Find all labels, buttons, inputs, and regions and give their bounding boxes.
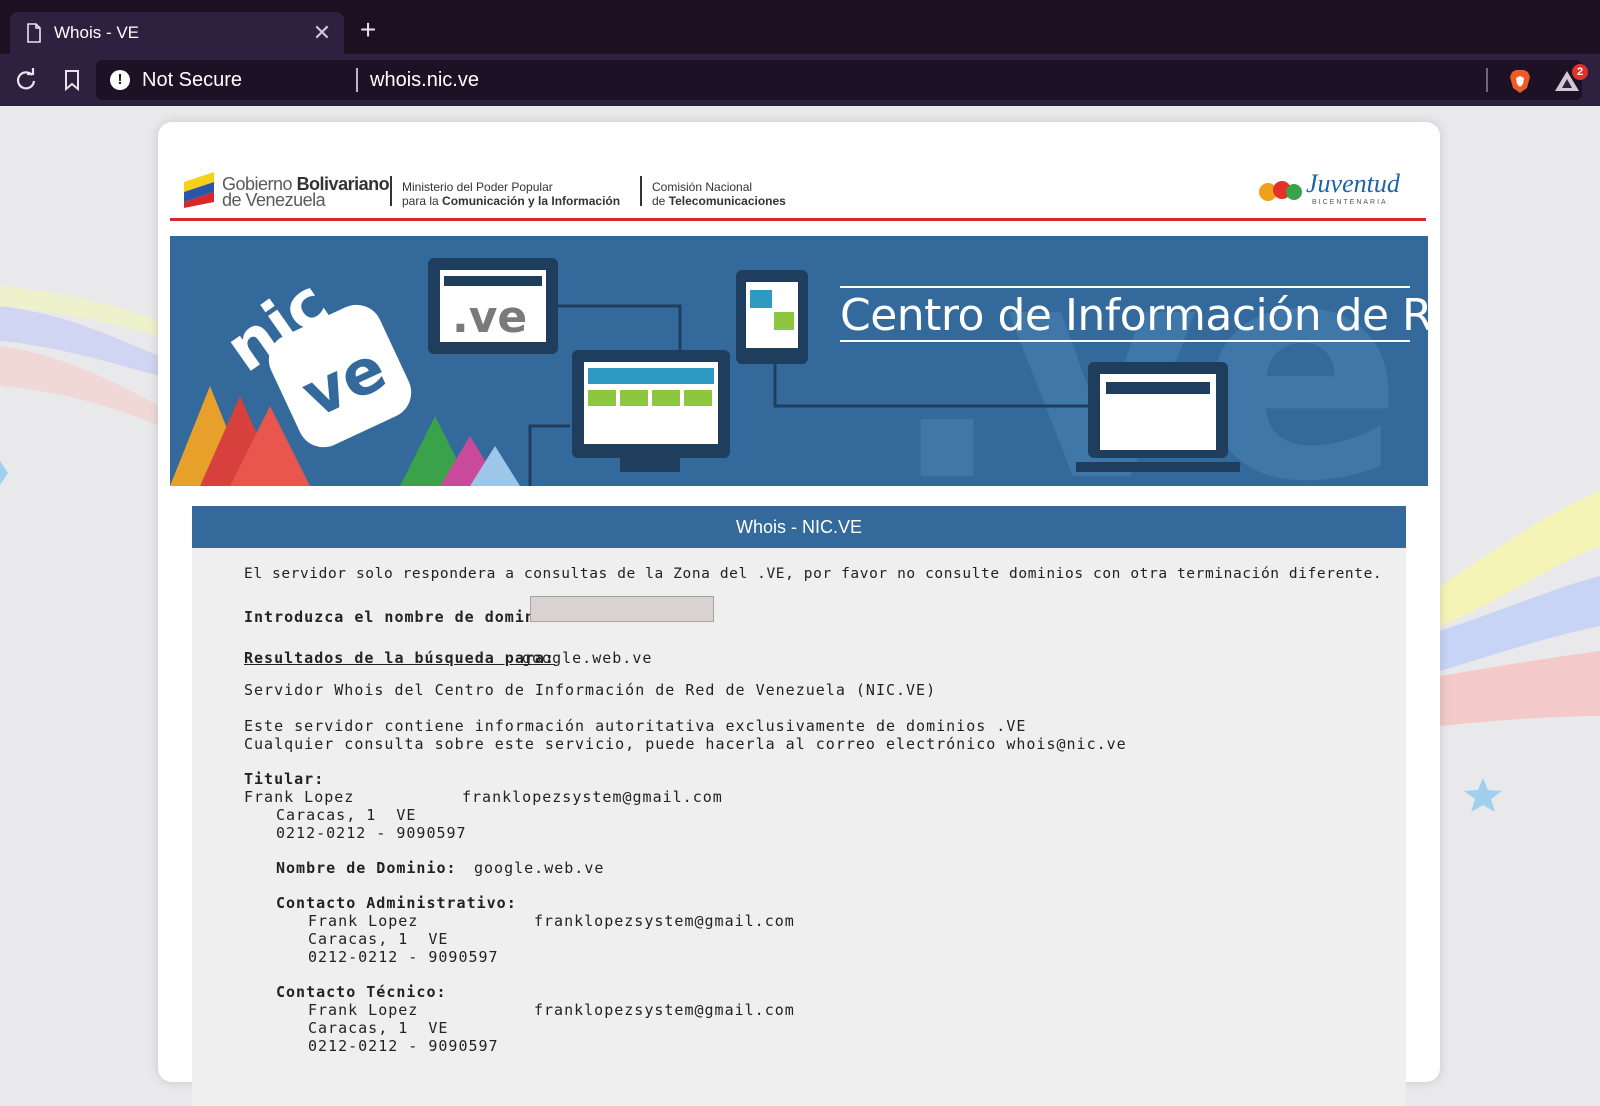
nic-banner: .ve nic ve .ve Centro de Información de … [170,236,1428,486]
reload-icon[interactable] [12,66,40,94]
government-header: Gobierno Bolivariano de Venezuela Minist… [170,158,1426,218]
banner-title: Centro de Información de Red [840,290,1428,341]
domain-name-value: google.web.ve [474,859,605,877]
page-icon [27,23,41,43]
tech-contact-name: Frank Lopez [308,1001,419,1019]
titular-city: Caracas, 1 VE [276,806,417,824]
venezuela-flag-icon [184,172,214,208]
juventud-logo-text: Juventud [1306,169,1401,198]
admin-contact-email: franklopezsystem@gmail.com [534,912,795,930]
close-icon[interactable]: ✕ [310,21,334,45]
notification-badge: 2 [1572,64,1588,80]
ministry-line1: Ministerio del Poder Popular [402,180,553,194]
conatel-line1: Comisión Nacional [652,180,753,194]
domain-input-label: Introduzca el nombre de dominio: [244,608,565,626]
browser-tab[interactable]: Whois - VE ✕ [10,12,344,54]
toolbar-separator [1486,68,1488,92]
info-line-1: Este servidor contiene información autor… [244,717,1027,735]
brave-rewards-icon[interactable]: 2 [1552,64,1588,94]
url-separator [356,68,358,92]
banner-title-rule-bottom [840,340,1410,342]
header-divider [640,176,642,206]
gov-name-line2: de Venezuela [222,190,326,210]
content-card: Gobierno Bolivariano de Venezuela Minist… [158,122,1440,1106]
server-line: Servidor Whois del Centro de Información… [244,681,937,699]
ministry-line2: para la Comunicación y la Información [402,194,620,208]
whois-panel: Whois - NIC.VE El servidor solo responde… [192,506,1406,1106]
titular-phone: 0212-0212 - 9090597 [276,824,467,842]
header-divider [390,176,392,206]
tab-title: Whois - VE [54,23,140,42]
tech-contact-label: Contacto Técnico: [276,983,447,1001]
url-text[interactable]: whois.nic.ve [370,69,479,92]
admin-contact-phone: 0212-0212 - 9090597 [308,948,499,966]
warning-icon[interactable]: ! [110,70,130,90]
ministry-line2-bold: Comunicación y la Información [442,194,621,208]
conatel-line2-light: de [652,194,669,208]
juventud-bicentenaria-logo: Juventud BICENTENARIA [1259,169,1401,206]
titular-email: franklopezsystem@gmail.com [462,788,723,806]
conatel-line2-bold: Telecomunicaciones [668,194,786,208]
info-line-2: Cualquier consulta sobre este servicio, … [244,735,1127,753]
tech-contact-city: Caracas, 1 VE [308,1019,449,1037]
results-domain: google.web.ve [522,649,653,667]
titular-name: Frank Lopez [244,788,355,806]
bookmark-icon[interactable] [58,66,86,94]
security-status[interactable]: Not Secure [142,69,242,92]
banner-illustration: .ve nic ve .ve [170,236,1403,486]
results-label: Resultados de la búsqueda para: [244,649,555,667]
brave-lion-icon[interactable] [1508,68,1532,94]
admin-contact-label: Contacto Administrativo: [276,894,517,912]
zone-notice: El servidor solo respondera a consultas … [244,566,1383,582]
titular-label: Titular: [244,770,325,788]
ministry-line2-light: para la [402,194,443,208]
new-tab-button[interactable]: + [356,16,380,44]
admin-contact-name: Frank Lopez [308,912,419,930]
address-bar[interactable]: ! Not Secure whois.nic.ve 2 [96,60,1588,100]
admin-contact-city: Caracas, 1 VE [308,930,449,948]
device-label-ve: .ve [452,292,527,343]
header-red-rule [170,218,1426,221]
tech-contact-phone: 0212-0212 - 9090597 [308,1037,499,1055]
juventud-sub-text: BICENTENARIA [1312,199,1388,206]
banner-title-rule-top [840,286,1410,288]
browser-tab-strip: Whois - VE ✕ + [0,0,1600,54]
tech-contact-email: franklopezsystem@gmail.com [534,1001,795,1019]
domain-name-label: Nombre de Dominio: [276,859,457,877]
whois-header: Whois - NIC.VE [192,506,1406,548]
browser-toolbar: ! Not Secure whois.nic.ve 2 [0,54,1600,106]
domain-input[interactable] [530,596,714,622]
conatel-line2: de Telecomunicaciones [652,194,786,208]
